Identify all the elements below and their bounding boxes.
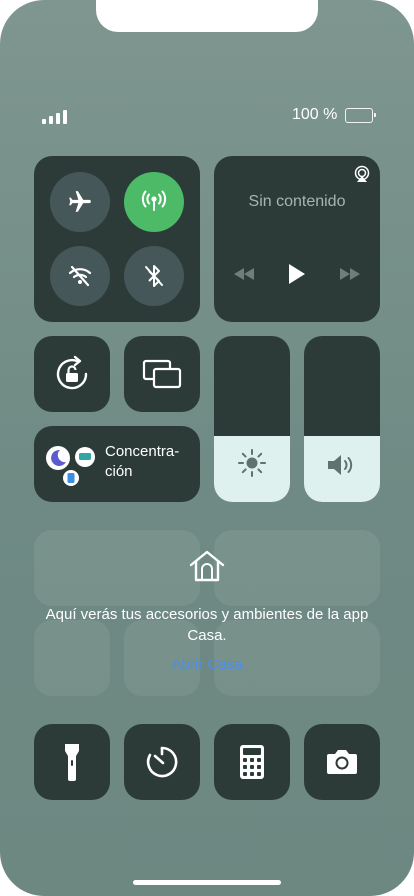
rewind-icon[interactable]: [233, 267, 255, 281]
camera-button[interactable]: [304, 724, 380, 800]
battery-percent: 100 %: [292, 106, 338, 123]
focus-label: Concentra-ción: [105, 443, 180, 480]
wifi-button[interactable]: [50, 246, 110, 306]
home-placeholder-tile: [34, 530, 200, 606]
airplane-icon: [69, 191, 91, 212]
brightness-icon: [238, 449, 266, 477]
flashlight-button[interactable]: [34, 724, 110, 800]
focus-button[interactable]: Concentra-ción: [34, 426, 200, 502]
connectivity-tile: [34, 156, 200, 322]
home-placeholder-tile: [214, 530, 380, 606]
now-playing-tile[interactable]: Sin contenido: [214, 156, 380, 322]
play-icon[interactable]: [288, 263, 306, 285]
bluetooth-off-icon: [145, 265, 163, 287]
cellular-data-button[interactable]: [124, 172, 184, 232]
screen-mirroring-button[interactable]: [124, 336, 200, 412]
battery-icon: [345, 107, 377, 123]
timer-button[interactable]: [124, 724, 200, 800]
open-home-link[interactable]: Abrir Casa: [0, 656, 414, 673]
cellular-antenna-icon: [141, 190, 167, 211]
calculator-button[interactable]: [214, 724, 290, 800]
timer-icon: [146, 746, 178, 778]
signal-strength-icon: [42, 110, 67, 124]
home-message: Aquí verás tus accesorios y ambientes de…: [45, 606, 369, 644]
volume-icon: [328, 455, 353, 475]
home-icon: [189, 550, 225, 582]
device-notch: [96, 0, 318, 32]
rotation-lock-button[interactable]: [34, 336, 110, 412]
now-playing-title: Sin contenido: [248, 193, 346, 210]
status-right: 100 %: [292, 106, 377, 124]
wifi-off-icon: [68, 265, 92, 287]
rotation-lock-icon: [56, 355, 88, 390]
camera-icon: [327, 750, 357, 774]
brightness-slider[interactable]: [214, 336, 290, 502]
fast-forward-icon[interactable]: [339, 267, 361, 281]
airplay-icon[interactable]: [353, 165, 371, 183]
screen-mirroring-icon: [142, 359, 182, 389]
home-indicator[interactable]: [133, 880, 281, 885]
bluetooth-button[interactable]: [124, 246, 184, 306]
airplane-mode-button[interactable]: [50, 172, 110, 232]
calculator-icon: [240, 745, 264, 779]
volume-slider[interactable]: [304, 336, 380, 502]
focus-modes-icon: [46, 446, 95, 486]
control-center: 100 % Sin contenido Concentra- ción Aquí…: [0, 0, 414, 896]
flashlight-icon: [65, 744, 79, 781]
